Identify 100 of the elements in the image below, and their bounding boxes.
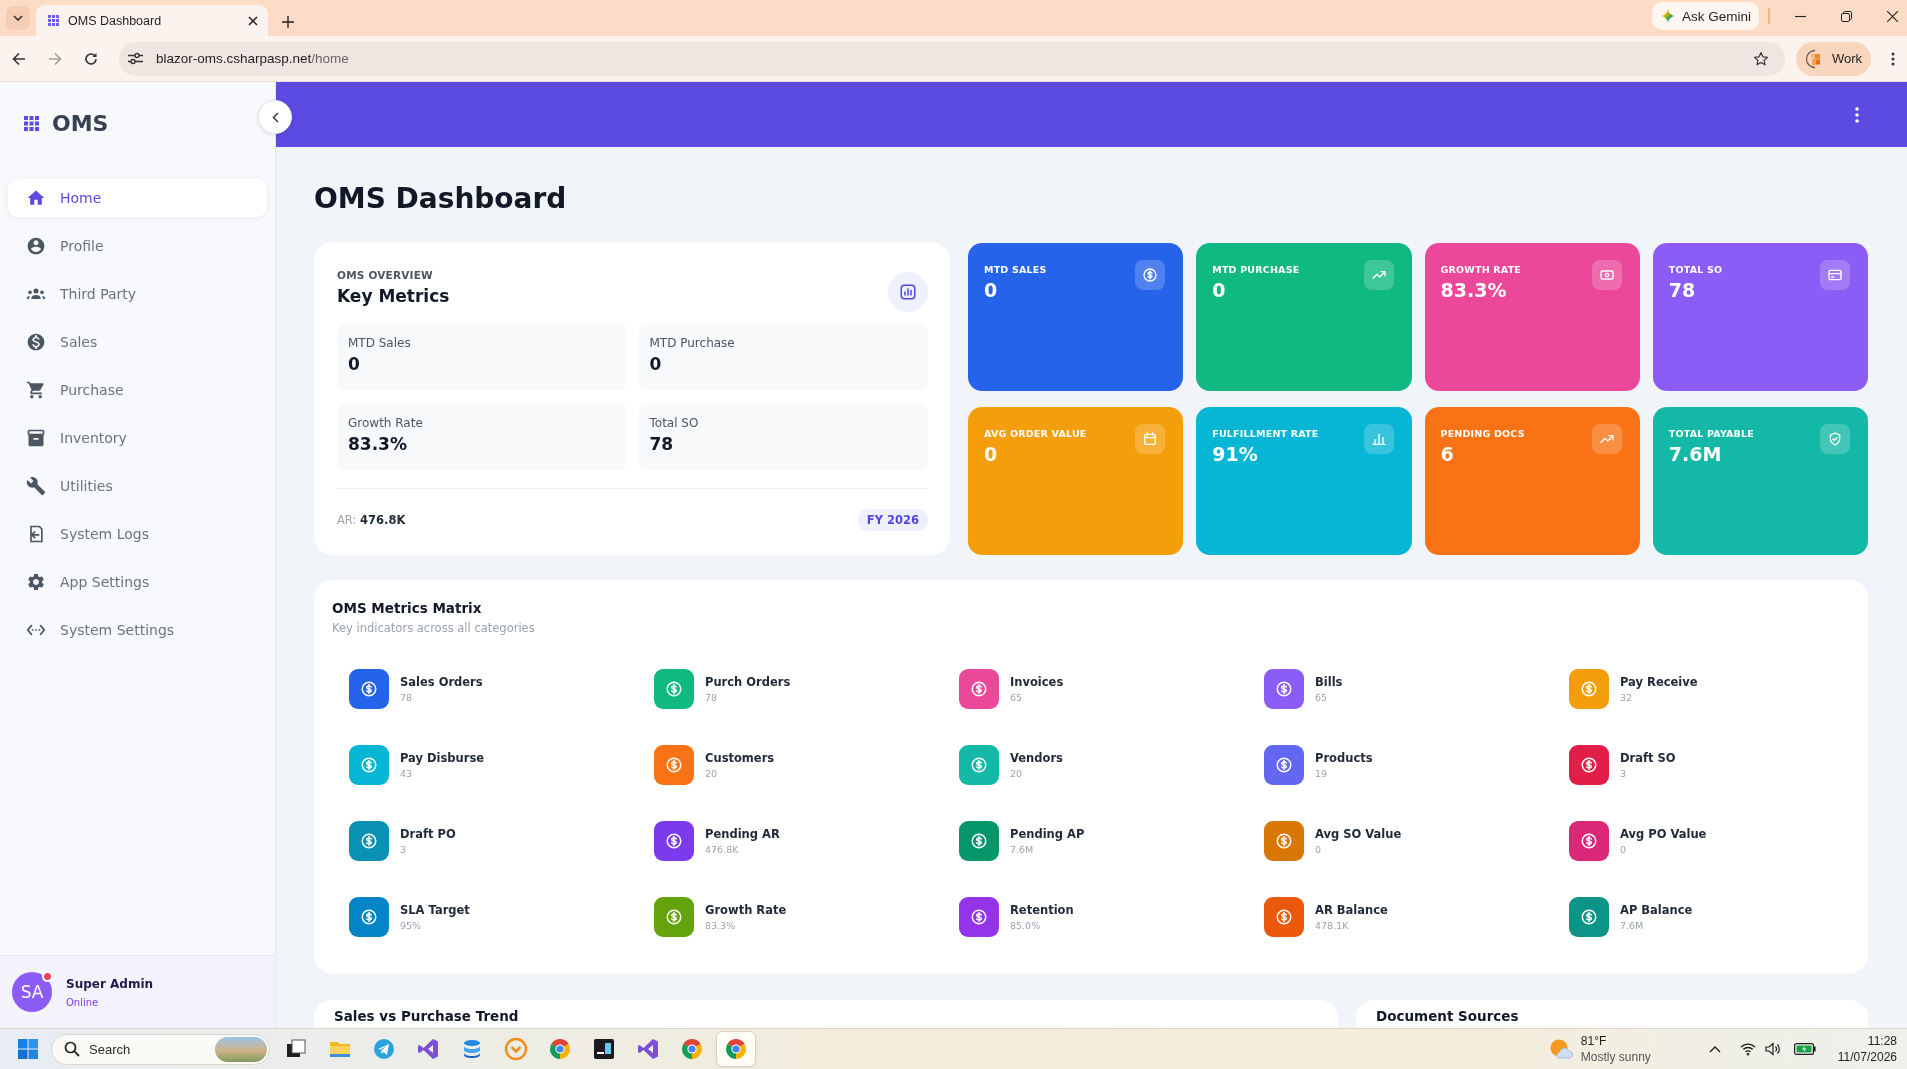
gear-icon [26, 572, 46, 592]
sidebar-item[interactable]: Home [8, 179, 267, 217]
banknote-icon [1591, 260, 1622, 290]
trend-up-icon [1363, 260, 1394, 290]
tile-label: TOTAL SO [1668, 264, 1723, 275]
indicator-value: 476.8K [705, 844, 740, 855]
temperature-text: 81°F [1580, 1033, 1608, 1049]
grid-icon [48, 15, 59, 26]
sidebar-item[interactable]: App Settings [8, 563, 267, 601]
indicator-value: 478.1K [1315, 920, 1350, 931]
plus-icon[interactable] [282, 16, 294, 28]
metric-value: 0 [348, 354, 361, 374]
shield-check-icon [1820, 424, 1850, 454]
metric-label: MTD Purchase [649, 336, 736, 350]
tile-label: GROWTH RATE [1440, 264, 1521, 275]
color-wheel-icon [680, 1037, 704, 1061]
profile-button[interactable]: Work [1796, 41, 1871, 76]
bar-chart-icon [1363, 424, 1394, 454]
metric-label: Growth Rate [348, 416, 424, 430]
indicator-value: 7.6M [1620, 920, 1645, 931]
indicator-name: Customers [705, 751, 775, 765]
sidebar-item[interactable]: Sales [8, 323, 267, 361]
indicator-name: Pending AR [705, 827, 780, 841]
clock-time[interactable]: 11:28 [1837, 1033, 1897, 1049]
landscape-thumbnail [215, 1036, 267, 1062]
paper-plane-icon [372, 1037, 396, 1061]
kebab-menu-icon[interactable] [1891, 51, 1895, 66]
card-title: Document Sources [1376, 1008, 1520, 1024]
avatar: SA [12, 972, 52, 1012]
indicator-value: 65 [1315, 692, 1329, 703]
star-icon[interactable] [1753, 50, 1769, 67]
four-squares-icon [18, 1039, 38, 1059]
home-icon [26, 188, 46, 208]
search-field[interactable]: Search [51, 1033, 270, 1065]
archive-box-icon [26, 428, 46, 448]
sidebar-item[interactable]: Utilities [8, 467, 267, 505]
search-input[interactable]: Search [89, 1041, 206, 1057]
reload-icon[interactable] [84, 51, 98, 66]
sidebar-item[interactable]: Inventory [8, 419, 267, 457]
grid-icon [24, 115, 39, 131]
section-title: OMS Metrics Matrix [332, 600, 483, 616]
tile-value: 83.3% [1440, 279, 1508, 301]
sidebar-item[interactable]: Purchase [8, 371, 267, 409]
tile-value: 0 [984, 443, 999, 465]
sidebar-item[interactable]: Profile [8, 227, 267, 265]
sidebar-item[interactable]: System Settings [8, 611, 267, 649]
sidebar-item[interactable]: System Logs [8, 515, 267, 553]
tile-value: 0 [984, 279, 999, 301]
speaker-icon[interactable] [1764, 1042, 1781, 1056]
indicator-name: Bills [1315, 675, 1343, 689]
ribbon-icon [636, 1037, 660, 1061]
close-icon[interactable] [1887, 10, 1898, 22]
sidebar-item[interactable]: Third Party [8, 275, 267, 313]
restore-icon[interactable] [1841, 10, 1852, 22]
indicator-value: 78 [400, 692, 414, 703]
dark-square-icon [592, 1037, 616, 1061]
chevron-left-icon [271, 111, 279, 123]
indicator-name: Vendors [1010, 751, 1063, 765]
indicator-name: Growth Rate [705, 903, 787, 917]
battery-icon[interactable] [1793, 1043, 1816, 1055]
indicator-value: 83.3% [705, 920, 737, 931]
indicator-value: 20 [1010, 768, 1024, 779]
assistant-button[interactable]: Ask Gemini [1652, 2, 1759, 30]
weather-text: Mostly sunny [1580, 1049, 1651, 1065]
indicator-name: SLA Target [400, 903, 470, 917]
ribbon-icon [416, 1037, 440, 1061]
chevron-circle-icon [504, 1037, 528, 1061]
indicator-value: 3 [1620, 768, 1628, 779]
tile-value: 0 [1212, 279, 1227, 301]
indicator-name: AR Balance [1315, 903, 1388, 917]
footer-note: AR: 476.8K [337, 513, 406, 527]
clock-date[interactable]: 11/07/2026 [1837, 1049, 1897, 1065]
tab-list-button[interactable] [6, 6, 30, 30]
sliders-icon[interactable] [128, 52, 143, 65]
chevron-down-icon [13, 15, 23, 21]
indicator-name: Pay Receive [1620, 675, 1698, 689]
indicator-value: 7.6M [1010, 844, 1035, 855]
tile-value: 6 [1440, 443, 1455, 465]
wifi-icon[interactable] [1739, 1042, 1756, 1056]
indicator-name: Avg PO Value [1620, 827, 1707, 841]
metric-value: 78 [649, 434, 675, 454]
indicator-name: AP Balance [1620, 903, 1693, 917]
kebab-menu-icon[interactable] [1855, 106, 1859, 123]
indicator-name: Retention [1010, 903, 1074, 917]
metric-value: 0 [649, 354, 663, 374]
address-bar[interactable]: blazor-oms.csharpasp.net/home [119, 41, 1785, 76]
tile-label: PENDING DOCS [1440, 428, 1525, 439]
tile-label: TOTAL PAYABLE [1668, 428, 1754, 439]
indicator-value: 78 [705, 692, 719, 703]
indicator-value: 85.0% [1010, 920, 1042, 931]
bar-chart-icon[interactable] [888, 272, 928, 312]
calendar-icon [1135, 424, 1166, 454]
browser-tab[interactable]: OMS Dashboard [36, 5, 268, 36]
card-icon [1820, 260, 1850, 290]
close-icon[interactable] [248, 15, 258, 26]
chevron-up-icon[interactable] [1708, 1045, 1721, 1053]
tile-label: MTD PURCHASE [1212, 264, 1300, 275]
indicator-value: 3 [400, 844, 408, 855]
cart-icon [26, 380, 46, 400]
back-arrow-icon[interactable] [12, 51, 26, 66]
